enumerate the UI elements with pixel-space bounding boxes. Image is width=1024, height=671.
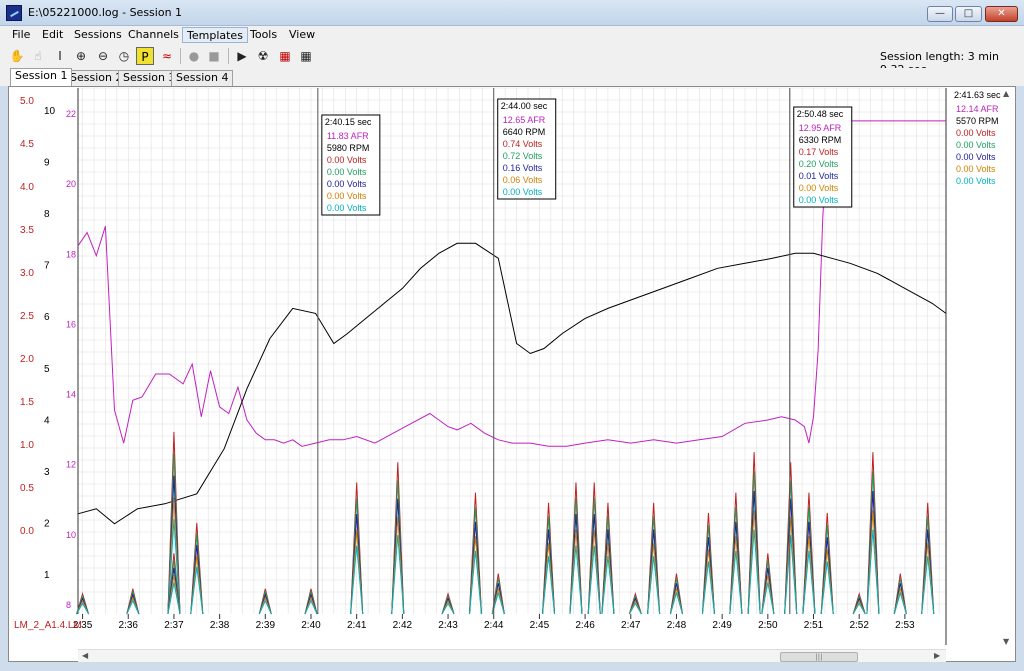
cursor-readout-1-v3: 0.00 Volts <box>327 179 367 189</box>
cursor-readout-2-time: 2:44.00 sec <box>501 101 548 111</box>
voltage-tick-label: 1.0 <box>20 440 34 451</box>
scroll-right-icon[interactable]: ▶ <box>934 651 940 660</box>
rpm-tick-label: 6 <box>44 312 50 323</box>
voltage-tick-label: 0.5 <box>20 483 34 494</box>
scroll-up-icon: ▲ <box>1003 89 1010 98</box>
afr-tick-label: 18 <box>66 249 76 259</box>
voltage-tick-label: 4.0 <box>20 182 34 193</box>
voltage-tick-label: 2.5 <box>20 311 34 322</box>
cursor-readout-2-v5: 0.00 Volts <box>503 187 543 197</box>
x-tick-label: 2:51 <box>804 620 824 631</box>
voltage-tick-label: 1.5 <box>20 397 34 408</box>
horizontal-scrollbar[interactable]: ◀ ||| ▶ <box>78 649 946 663</box>
afr-tick-label: 8 <box>66 600 71 610</box>
voltage-tick-label: 3.0 <box>20 268 34 279</box>
x-tick-label: 2:46 <box>575 620 595 631</box>
right-readout-v1: 0.00 Volts <box>956 128 996 138</box>
cursor-readout-1-v5: 0.00 Volts <box>327 203 367 213</box>
voltage-tick-label: 2.0 <box>20 354 34 365</box>
log-chart[interactable]: 2:35 2:36 2:37 2:38 2:39 2:40 2:41 2:42 2:43 2:44… <box>0 0 1024 671</box>
right-readout-afr: 12.14 AFR <box>956 104 999 114</box>
cursor-readout-3-v5: 0.00 Volts <box>799 195 839 205</box>
rpm-tick-label: 9 <box>44 158 50 169</box>
cursor-readout-1-time: 2:40.15 sec <box>325 117 372 127</box>
voltage-tick-label: 4.5 <box>20 139 34 150</box>
afr-tick-label: 22 <box>66 109 76 119</box>
cursor-readout-3-afr: 12.95 AFR <box>799 123 842 133</box>
voltage-tick-label: 5.0 <box>20 96 34 107</box>
right-readout-v5: 0.00 Volts <box>956 176 996 186</box>
right-readout-v3: 0.00 Volts <box>956 152 996 162</box>
rpm-tick-label: 1 <box>44 570 50 581</box>
rpm-tick-label: 4 <box>44 415 50 426</box>
cursor-readout-1-v1: 0.00 Volts <box>327 155 367 165</box>
x-tick-label: 2:48 <box>667 620 687 631</box>
right-readout-v4: 0.00 Volts <box>956 164 996 174</box>
x-tick-label: 2:53 <box>895 620 915 631</box>
rpm-tick-label: 10 <box>44 106 56 117</box>
right-readout-time: 2:41.63 sec <box>954 90 1001 100</box>
cursor-readout-2-v4: 0.06 Volts <box>503 175 543 185</box>
x-tick-label: 2:47 <box>621 620 641 631</box>
afr-tick-label: 12 <box>66 460 76 470</box>
x-tick-label: 2:40 <box>301 620 321 631</box>
afr-tick-label: 14 <box>66 390 76 400</box>
x-tick-label: 2:45 <box>530 620 550 631</box>
right-readout-rpm: 5570 RPM <box>956 116 999 126</box>
cursor-readout-1-rpm: 5980 RPM <box>327 143 370 153</box>
cursor-readout-3-v4: 0.00 Volts <box>799 183 839 193</box>
cursor-readout-3-v1: 0.17 Volts <box>799 147 839 157</box>
cursor-readout-3-time: 2:50.48 sec <box>797 109 844 119</box>
x-tick-label: 2:37 <box>164 620 184 631</box>
cursor-readout-2-rpm: 6640 RPM <box>503 127 546 137</box>
x-tick-label: 2:49 <box>712 620 732 631</box>
x-tick-label: 2:41 <box>347 620 367 631</box>
cursor-readout-3-v3: 0.01 Volts <box>799 171 839 181</box>
cursor-readout-2-v2: 0.72 Volts <box>503 151 543 161</box>
afr-tick-label: 20 <box>66 179 76 189</box>
cursor-readout-3-rpm: 6330 RPM <box>799 135 842 145</box>
x-tick-label: 2:44 <box>484 620 504 631</box>
x-tick-label: 2:38 <box>210 620 230 631</box>
cursor-readout-1-v4: 0.00 Volts <box>327 191 367 201</box>
cursor-readout-1-afr: 11.83 AFR <box>327 131 369 141</box>
afr-tick-label: 10 <box>66 530 76 540</box>
scroll-thumb[interactable]: ||| <box>780 652 858 662</box>
scroll-down-icon: ▼ <box>1003 637 1010 646</box>
cursor-readout-3-v2: 0.20 Volts <box>799 159 839 169</box>
x-tick-label: 2:43 <box>438 620 458 631</box>
x-tick-label: 2:52 <box>849 620 869 631</box>
cursor-readout-1-v2: 0.00 Volts <box>327 167 367 177</box>
voltage-tick-label: 0.0 <box>20 526 34 537</box>
channel-label: LM_2_A1.4.LM <box>14 620 82 631</box>
cursor-readout-2-v3: 0.16 Volts <box>503 163 543 173</box>
voltage-tick-label: 3.5 <box>20 225 34 236</box>
x-tick-label: 2:39 <box>256 620 276 631</box>
x-tick-label: 2:50 <box>758 620 778 631</box>
cursor-readout-2-v1: 0.74 Volts <box>503 139 543 149</box>
rpm-tick-label: 8 <box>44 209 50 220</box>
x-tick-label: 2:42 <box>393 620 413 631</box>
status-bar <box>0 662 1024 671</box>
afr-tick-label: 16 <box>66 319 76 329</box>
tab-session-1[interactable]: Session 1 <box>10 68 73 86</box>
x-tick-label: 2:36 <box>119 620 139 631</box>
rpm-tick-label: 2 <box>44 518 50 529</box>
cursor-readout-2-afr: 12.65 AFR <box>503 115 546 125</box>
scroll-left-icon[interactable]: ◀ <box>82 651 88 660</box>
rpm-tick-label: 5 <box>44 364 50 375</box>
right-readout-v2: 0.00 Volts <box>956 140 996 150</box>
rpm-tick-label: 3 <box>44 467 50 478</box>
rpm-tick-label: 7 <box>44 261 50 272</box>
